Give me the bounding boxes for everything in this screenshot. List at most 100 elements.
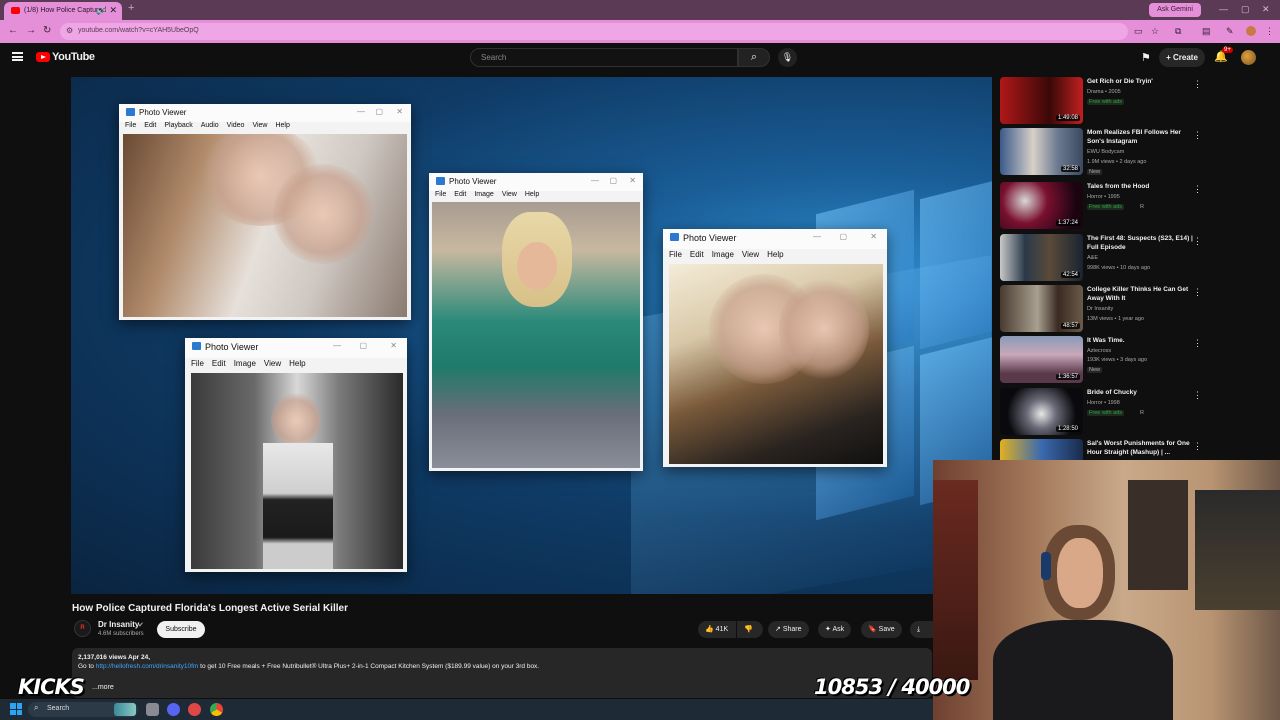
- close-icon[interactable]: ✕: [390, 341, 397, 350]
- video-thumbnail[interactable]: 1:36:57: [1000, 336, 1083, 383]
- url-input[interactable]: ⚙ youtube.com/watch?v=cYAH5UbeOpQ: [60, 23, 1128, 40]
- video-description[interactable]: 2,137,016 views Apr 24, Go to http://hel…: [72, 648, 932, 698]
- menu-image[interactable]: Image: [712, 250, 734, 259]
- menu-help[interactable]: Help: [525, 191, 539, 198]
- create-button[interactable]: + Create: [1159, 48, 1205, 67]
- ask-gemini-button[interactable]: Ask Gemini: [1149, 3, 1201, 17]
- recommended-video[interactable]: 48:57 College Killer Thinks He Can Get A…: [1000, 285, 1202, 335]
- video-thumbnail[interactable]: 42:54: [1000, 234, 1083, 281]
- menu-edit[interactable]: Edit: [454, 191, 466, 198]
- window-title-bar[interactable]: Photo Viewer — ▢ ✕: [429, 173, 643, 191]
- video-title[interactable]: The First 48: Suspects (S23, E14) | Full…: [1087, 234, 1193, 252]
- weather-widget-icon[interactable]: [114, 703, 136, 716]
- video-title[interactable]: Sal's Worst Punishments for One Hour Str…: [1087, 439, 1193, 457]
- minimize-icon[interactable]: —: [813, 232, 821, 241]
- search-button[interactable]: ⌕: [738, 48, 770, 67]
- photo-viewer-window[interactable]: Photo Viewer — ▢ ✕ File Edit Image View Help: [185, 338, 407, 572]
- channel-avatar[interactable]: R: [74, 620, 91, 637]
- window-title-bar[interactable]: Photo Viewer — ▢ ✕: [663, 229, 887, 249]
- menu-file[interactable]: File: [669, 250, 682, 259]
- menu-image[interactable]: Image: [234, 359, 256, 368]
- video-thumbnail[interactable]: 1:37:24: [1000, 182, 1083, 229]
- browser-tab[interactable]: (1/8) How Police Captured 🔊 ✕: [4, 2, 122, 20]
- maximize-icon[interactable]: ▢: [1241, 4, 1250, 15]
- menu-file[interactable]: File: [191, 359, 204, 368]
- recommended-video[interactable]: Sal's Worst Punishments for One Hour Str…: [1000, 439, 1200, 460]
- video-title[interactable]: It Was Time.: [1087, 336, 1193, 345]
- account-avatar[interactable]: [1241, 50, 1256, 65]
- more-options-icon[interactable]: ⋮: [1193, 236, 1202, 247]
- video-thumbnail[interactable]: 48:57: [1000, 285, 1083, 332]
- sponsor-link[interactable]: http://hellofresh.com/drinsanity10fm: [96, 663, 199, 670]
- recommended-video[interactable]: 1:28:50 Bride of Chucky Horror • 1998 Fr…: [1000, 388, 1202, 438]
- more-options-icon[interactable]: ⋮: [1193, 287, 1202, 298]
- dislike-button[interactable]: 👎: [737, 621, 763, 638]
- video-thumbnail[interactable]: 32:58: [1000, 128, 1083, 175]
- minimize-icon[interactable]: —: [591, 176, 599, 185]
- menu-help[interactable]: Help: [767, 250, 783, 259]
- voice-search-icon[interactable]: 🎙: [778, 48, 797, 67]
- bookmark-star-icon[interactable]: ☆: [1151, 26, 1159, 37]
- share-button[interactable]: ↗ Share: [768, 621, 809, 638]
- video-title[interactable]: Bride of Chucky: [1087, 388, 1193, 397]
- menu-help[interactable]: Help: [275, 122, 289, 129]
- menu-view[interactable]: View: [502, 191, 517, 198]
- download-button[interactable]: ⤓: [910, 621, 933, 638]
- recommended-video[interactable]: 32:58 Mom Realizes FBI Follows Her Son's…: [1000, 128, 1202, 178]
- youtube-wordmark[interactable]: YouTube: [52, 51, 95, 63]
- menu-help[interactable]: Help: [289, 359, 305, 368]
- window-title-bar[interactable]: Photo Viewer — ▢ ✕: [185, 338, 407, 358]
- sidebar-icon[interactable]: ▤: [1202, 26, 1211, 37]
- more-options-icon[interactable]: ⋮: [1193, 390, 1202, 401]
- minimize-icon[interactable]: —: [357, 107, 365, 116]
- forward-icon[interactable]: →: [26, 25, 36, 36]
- minimize-icon[interactable]: —: [1219, 4, 1228, 14]
- video-thumbnail[interactable]: 1:49:08: [1000, 77, 1083, 124]
- close-icon[interactable]: ✕: [629, 176, 636, 185]
- channel-name[interactable]: Dr Insanity: [98, 620, 139, 629]
- maximize-icon[interactable]: ▢: [839, 232, 847, 241]
- save-button[interactable]: 🔖 Save: [861, 621, 902, 638]
- minimize-icon[interactable]: —: [333, 341, 341, 350]
- video-title[interactable]: Get Rich or Die Tryin': [1087, 77, 1193, 86]
- recommended-video[interactable]: 1:49:08 Get Rich or Die Tryin' Drama • 2…: [1000, 77, 1202, 127]
- app-icon[interactable]: [188, 703, 201, 716]
- ask-button[interactable]: ✦ Ask: [818, 621, 852, 638]
- windows-start-icon[interactable]: [10, 703, 22, 715]
- recommended-video[interactable]: 42:54 The First 48: Suspects (S23, E14) …: [1000, 234, 1202, 284]
- extensions-icon[interactable]: ⧉: [1175, 26, 1181, 37]
- more-options-icon[interactable]: ⋮: [1193, 130, 1202, 141]
- new-tab-button[interactable]: +: [128, 2, 134, 14]
- speaker-icon[interactable]: 🔊: [96, 6, 106, 15]
- install-icon[interactable]: ▭: [1134, 26, 1143, 37]
- video-title[interactable]: Tales from the Hood: [1087, 182, 1193, 191]
- menu-edit[interactable]: Edit: [144, 122, 156, 129]
- maximize-icon[interactable]: ▢: [609, 176, 617, 185]
- photo-viewer-window[interactable]: Photo Viewer — ▢ ✕ File Edit Image View Help: [429, 173, 643, 471]
- reload-icon[interactable]: ↻: [43, 25, 51, 36]
- cast-icon[interactable]: ⚑: [1141, 51, 1151, 64]
- like-button[interactable]: 👍 41K: [698, 621, 736, 638]
- hamburger-menu-icon[interactable]: [12, 52, 23, 61]
- close-icon[interactable]: ✕: [870, 232, 877, 241]
- more-options-icon[interactable]: ⋮: [1193, 338, 1202, 349]
- task-view-icon[interactable]: [146, 703, 159, 716]
- recommended-video[interactable]: 1:37:24 Tales from the Hood Horror • 199…: [1000, 182, 1202, 232]
- video-title[interactable]: College Killer Thinks He Can Get Away Wi…: [1087, 285, 1193, 303]
- discord-icon[interactable]: [167, 703, 180, 716]
- video-thumbnail[interactable]: 1:28:50: [1000, 388, 1083, 435]
- menu-edit[interactable]: Edit: [212, 359, 226, 368]
- maximize-icon[interactable]: ▢: [375, 107, 383, 116]
- close-window-icon[interactable]: ✕: [1262, 4, 1270, 15]
- menu-video[interactable]: Video: [227, 122, 245, 129]
- menu-file[interactable]: File: [435, 191, 446, 198]
- more-options-icon[interactable]: ⋮: [1193, 79, 1202, 90]
- search-input[interactable]: Search: [470, 48, 738, 67]
- window-title-bar[interactable]: Photo Viewer — ▢ ✕: [119, 104, 411, 122]
- more-options-icon[interactable]: ⋮: [1193, 441, 1200, 452]
- photo-viewer-window[interactable]: Photo Viewer — ▢ ✕ File Edit Playback Audio…: [119, 104, 411, 320]
- recommended-video[interactable]: 1:36:57 It Was Time. Aztecross 193K view…: [1000, 336, 1202, 386]
- photo-viewer-window[interactable]: Photo Viewer — ▢ ✕ File Edit Image View Help: [663, 229, 887, 467]
- profile-avatar[interactable]: [1246, 26, 1256, 36]
- close-icon[interactable]: ✕: [396, 107, 403, 116]
